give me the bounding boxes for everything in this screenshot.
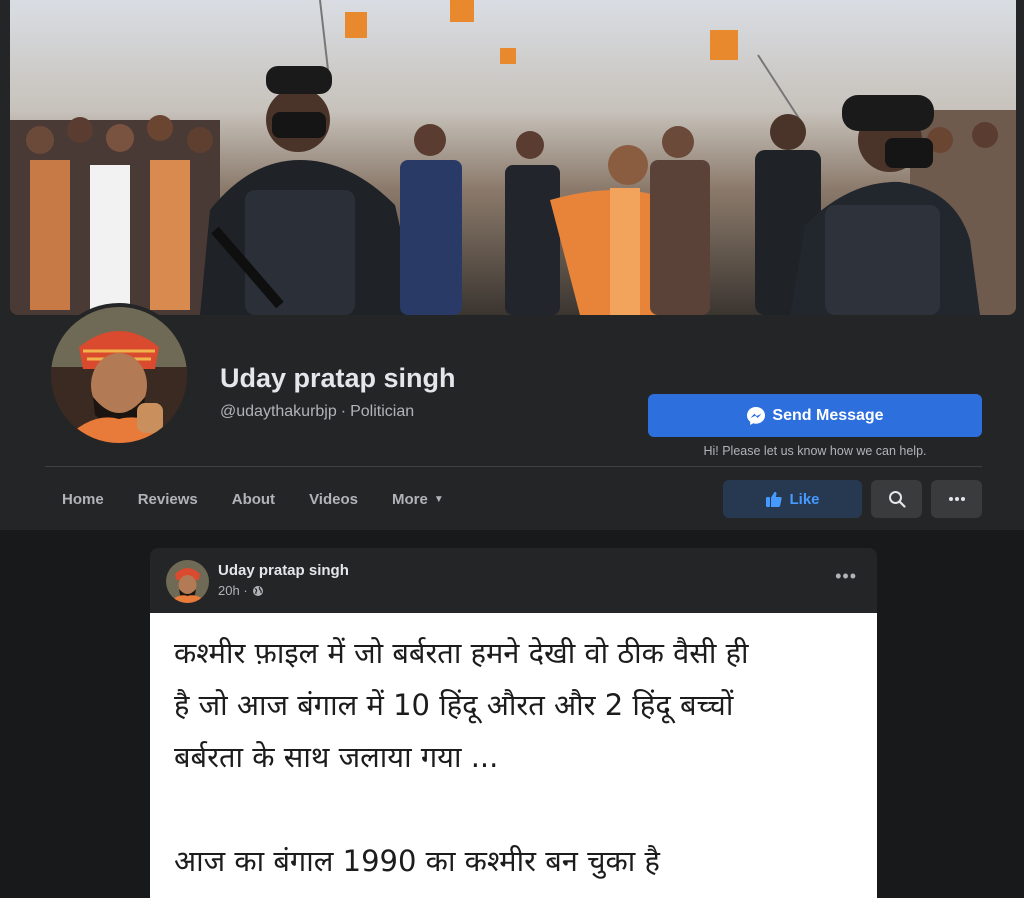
like-page-button[interactable]: Like <box>723 480 862 518</box>
tab-videos[interactable]: Videos <box>292 480 375 518</box>
post-image-spacer <box>174 783 857 835</box>
more-horizontal-icon <box>948 497 965 501</box>
tab-label: About <box>231 490 276 508</box>
more-options-button[interactable] <box>931 480 982 518</box>
separator-dot: · <box>340 403 347 420</box>
tab-reviews[interactable]: Reviews <box>121 480 215 518</box>
post-author-name[interactable]: Uday pratap singh <box>218 562 349 579</box>
facebook-page: Uday pratap singh @udaythakurbjp · Politic… <box>0 0 1024 898</box>
tab-label: More <box>391 490 428 508</box>
caret-down-icon: ▼ <box>433 493 444 505</box>
thumbs-up-icon <box>766 491 783 507</box>
send-message-button[interactable]: Send Message <box>648 394 982 437</box>
cover-photo[interactable] <box>10 0 1016 315</box>
header-divider <box>45 466 982 467</box>
post-options-icon[interactable]: ••• <box>835 566 857 587</box>
tab-about[interactable]: About <box>215 480 292 518</box>
search-icon <box>888 491 906 508</box>
tab-home[interactable]: Home <box>45 480 121 518</box>
search-button[interactable] <box>871 480 922 518</box>
tab-label: Reviews <box>137 490 198 508</box>
post-meta: 20h · <box>218 583 264 598</box>
tab-more[interactable]: More ▼ <box>375 480 461 518</box>
separator-dot: · <box>239 583 248 598</box>
like-label: Like <box>789 490 820 508</box>
page-handle: @udaythakurbjp · Politician <box>220 403 414 421</box>
page-title: Uday pratap singh <box>220 363 456 393</box>
tab-label: Videos <box>309 490 358 508</box>
post-timestamp[interactable]: 20h <box>218 583 240 598</box>
profile-header: Uday pratap singh @udaythakurbjp · Politic… <box>0 0 1024 530</box>
username: @udaythakurbjp <box>220 403 337 420</box>
help-text: Hi! Please let us know how we can help. <box>703 444 927 458</box>
post-image[interactable]: कश्मीर फ़ाइल में जो बर्बरता हमने देखी वो… <box>150 613 877 898</box>
post-image-text-line: बर्बरता के साथ जलाया गया ... <box>174 740 499 774</box>
post-image-text-line: आज का बंगाल 1990 का कश्मीर बन चुका है <box>174 844 660 878</box>
messenger-icon <box>747 406 766 425</box>
page-category: Politician <box>350 403 415 420</box>
post-image-text-line: है जो आज बंगाल में 10 हिंदू औरत और 2 हिं… <box>174 688 734 722</box>
feed-post: Uday pratap singh 20h · ••• कश्मीर फ़ाइल… <box>150 548 877 898</box>
send-message-label: Send Message <box>772 406 884 424</box>
page-tabs: Home Reviews About Videos More ▼ <box>45 480 461 518</box>
profile-avatar[interactable] <box>47 303 191 447</box>
post-image-text-line: कश्मीर फ़ाइल में जो बर्बरता हमने देखी वो… <box>174 636 749 670</box>
post-author-avatar[interactable] <box>166 560 209 603</box>
globe-icon <box>252 585 263 596</box>
tab-label: Home <box>62 490 104 508</box>
